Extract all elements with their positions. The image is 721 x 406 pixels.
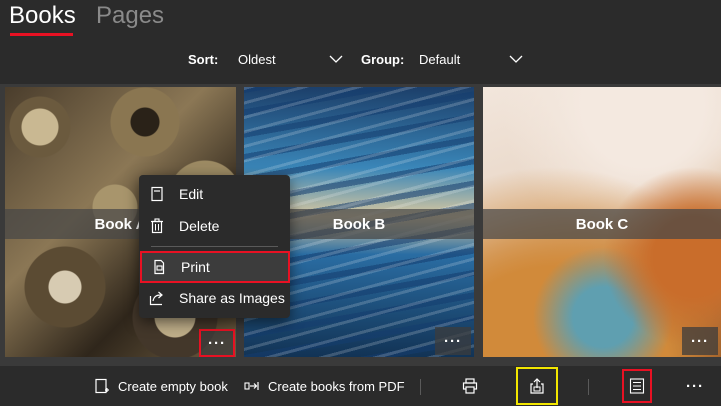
tab-pages[interactable]: Pages [96, 2, 164, 30]
share-button[interactable] [516, 367, 558, 405]
sort-value[interactable]: Oldest [238, 52, 276, 67]
book-title: Book C [575, 215, 629, 233]
print-icon [151, 259, 167, 275]
menu-item-label: Share as Images [179, 290, 285, 306]
new-book-icon [94, 378, 110, 394]
book-title: Book B [332, 215, 386, 233]
menu-item-label: Edit [179, 186, 204, 202]
menu-item-delete[interactable]: Delete [139, 211, 290, 241]
tab-books[interactable]: Books [9, 2, 76, 30]
toolbar-divider [420, 379, 421, 395]
active-tab-indicator [10, 33, 73, 36]
book-title-band: Book C [483, 209, 721, 239]
printer-icon [462, 378, 478, 394]
share-icon [149, 290, 165, 306]
edit-icon [149, 186, 165, 202]
more-options-button[interactable]: ··· [199, 329, 235, 357]
menu-item-label: Delete [179, 218, 220, 234]
more-toolbar-button[interactable]: ··· [686, 366, 704, 406]
group-value[interactable]: Default [419, 52, 460, 67]
create-empty-book-label: Create empty book [118, 378, 228, 394]
share-upload-icon [529, 378, 545, 394]
menu-item-share-as-images[interactable]: Share as Images [139, 283, 290, 313]
menu-item-print[interactable]: Print [140, 251, 290, 283]
create-books-from-pdf-label: Create books from PDF [268, 378, 405, 394]
create-books-from-pdf-button[interactable]: Create books from PDF [244, 366, 405, 406]
chevron-down-icon[interactable] [328, 51, 344, 67]
more-options-button[interactable]: ··· [435, 327, 471, 355]
create-empty-book-button[interactable]: Create empty book [94, 366, 228, 406]
menu-divider [151, 246, 278, 247]
trash-icon [149, 218, 165, 234]
list-select-icon [629, 378, 645, 394]
chevron-down-icon[interactable] [508, 51, 524, 67]
print-button[interactable] [462, 366, 478, 406]
toolbar-divider [588, 379, 589, 395]
book-grid: Book A ··· Book B ··· Book C ··· [0, 84, 721, 366]
menu-item-edit[interactable]: Edit [139, 179, 290, 209]
context-menu: Edit Delete Print Share as Images [139, 175, 290, 318]
sort-label: Sort: [188, 52, 219, 67]
group-label: Group: [361, 52, 405, 67]
menu-item-label: Print [181, 259, 210, 275]
select-mode-button[interactable] [622, 369, 652, 403]
more-options-button[interactable]: ··· [682, 327, 718, 355]
header: Books Pages Sort: Oldest Group: Default [0, 0, 721, 84]
book-card-c[interactable]: Book C ··· [483, 87, 721, 357]
import-pdf-icon [244, 378, 260, 394]
bottom-toolbar: Create empty book Create books from PDF … [0, 366, 721, 406]
